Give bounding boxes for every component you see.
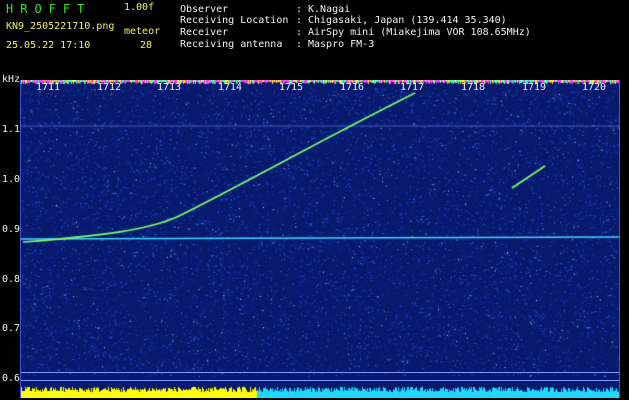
x-tick-label: 1718 [461, 82, 486, 93]
location-label: Receiving Location [180, 15, 289, 26]
y-tick-label: 1.0 [2, 174, 21, 185]
filename-label: KN9_2505221710.png [6, 21, 115, 32]
receiver-colon: : [296, 27, 303, 38]
receiver-label: Receiver [180, 27, 229, 38]
antenna-colon: : [296, 39, 303, 50]
antenna-label: Receiving antenna [180, 39, 283, 50]
meteor-count: 28 [140, 40, 153, 51]
x-tick-label: 1717 [400, 82, 425, 93]
antenna-value: Maspro FM-3 [308, 39, 375, 50]
x-tick-label: 1713 [157, 82, 182, 93]
reference-line [21, 372, 619, 373]
x-tick-label: 1714 [218, 82, 243, 93]
y-tick-label: 0.9 [2, 224, 21, 235]
x-tick-label: 1716 [340, 82, 365, 93]
location-value: Chigasaki, Japan (139.414 35.340) [308, 15, 507, 26]
y-tick-label: 0.8 [2, 274, 21, 285]
x-tick-label: 1711 [36, 82, 61, 93]
datetime-label: 25.05.22 17:10 [6, 40, 91, 51]
x-tick-label: 1719 [522, 82, 547, 93]
location-colon: : [296, 15, 303, 26]
x-tick-label: 1715 [279, 82, 304, 93]
observer-label: Observer [180, 4, 229, 15]
spectrogram-plot[interactable] [20, 80, 620, 398]
y-tick-label: 0.6 [2, 373, 21, 384]
y-tick-label: 1.1 [2, 124, 21, 135]
observer-value: K.Nagai [308, 4, 351, 15]
x-tick-label: 1712 [97, 82, 122, 93]
x-tick-label: 1720 [582, 82, 607, 93]
spectrogram-canvas [21, 80, 619, 398]
version-label: 1.00f [124, 2, 155, 13]
y-axis-unit: kHz [2, 74, 21, 85]
meteor-label: meteor [124, 26, 161, 37]
receiver-value: AirSpy mini (Miakejima VOR 108.65MHz) [308, 27, 531, 38]
app-title: HROFFT [6, 2, 92, 16]
observer-colon: : [296, 4, 303, 15]
y-tick-label: 0.7 [2, 323, 21, 334]
reference-line [21, 380, 619, 381]
hrofft-window: HROFFT 1.00f KN9_2505221710.png meteor 2… [0, 0, 629, 400]
